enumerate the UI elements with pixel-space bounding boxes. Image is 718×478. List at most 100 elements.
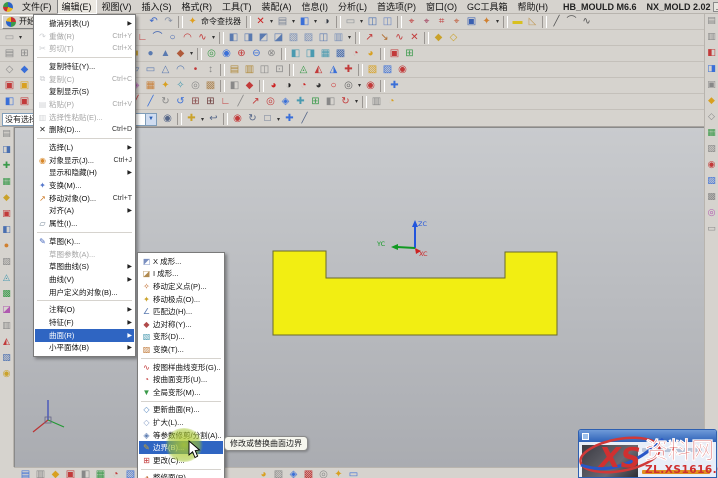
- toolbar-icon[interactable]: ⊗: [264, 47, 279, 61]
- edit-menu-item[interactable]: 草图参数(A)...: [35, 248, 134, 261]
- toolbar-icon[interactable]: ◎: [263, 95, 278, 109]
- toolbar-icon[interactable]: △: [158, 63, 173, 77]
- toolbar-icon[interactable]: ◇: [2, 63, 17, 77]
- toolbar-icon[interactable]: ▦: [705, 126, 718, 140]
- toolbar-icon[interactable]: ◔: [108, 468, 123, 478]
- minimize-button[interactable]: _: [713, 2, 718, 12]
- toolbar-icon[interactable]: ◭: [311, 63, 326, 77]
- toolbar-icon[interactable]: ◫: [380, 15, 395, 29]
- menubar-item[interactable]: 分析(L): [333, 0, 372, 14]
- toolbar-icon[interactable]: ◠: [173, 63, 188, 77]
- edit-menu-item[interactable]: 注释(O)▶: [35, 303, 134, 316]
- toolbar-icon[interactable]: ▧: [705, 142, 718, 156]
- toolbar-icon[interactable]: ◔: [296, 79, 311, 93]
- toolbar-icon[interactable]: ◧: [78, 468, 93, 478]
- toolbar-icon[interactable]: ▥: [705, 30, 718, 44]
- toolbar-icon[interactable]: ●: [0, 239, 13, 253]
- toolbar-icon[interactable]: ⊞: [308, 95, 323, 109]
- toolbar-icon[interactable]: ↘: [377, 31, 392, 45]
- toolbar-icon[interactable]: ▣: [17, 95, 32, 109]
- toolbar-icon[interactable]: ⊕: [234, 47, 249, 61]
- toolbar-icon[interactable]: ▣: [0, 207, 13, 221]
- toolbar-icon[interactable]: ⌒: [150, 31, 165, 45]
- toolbar-icon[interactable]: ▨: [705, 174, 718, 188]
- toolbar-icon[interactable]: ◆: [0, 191, 13, 205]
- toolbar-icon[interactable]: ◉: [230, 112, 245, 126]
- toolbar-icon[interactable]: ○: [326, 79, 341, 93]
- toolbar-icon[interactable]: ✚: [0, 159, 13, 173]
- menubar-item[interactable]: 帮助(H): [513, 0, 554, 14]
- toolbar-icon[interactable]: ◉: [0, 367, 13, 381]
- toolbar-icon[interactable]: ✦: [185, 15, 200, 29]
- toolbar-icon[interactable]: ◈: [278, 95, 293, 109]
- toolbar-icon[interactable]: ◩: [256, 31, 271, 45]
- edit-menu-item[interactable]: ⧉复制(C)Ctrl+C: [35, 73, 134, 86]
- toolbar-icon[interactable]: ✚: [293, 95, 308, 109]
- toolbar-icon[interactable]: ◉: [160, 112, 175, 126]
- toolbar-icon[interactable]: ↕: [203, 63, 218, 77]
- toolbar-icon[interactable]: ▤: [18, 468, 33, 478]
- toolbar-icon[interactable]: ◧: [323, 95, 338, 109]
- toolbar-icon[interactable]: ⌖: [404, 15, 419, 29]
- toolbar-icon[interactable]: ◉: [219, 47, 234, 61]
- wcs-triad[interactable]: ZC YC XC: [376, 220, 428, 258]
- toolbar-icon[interactable]: ◎: [341, 79, 356, 93]
- toolbar-icon[interactable]: ◇: [705, 110, 718, 124]
- toolbar-icon[interactable]: ▧: [123, 468, 138, 478]
- notification-popup[interactable]: [578, 429, 717, 478]
- edit-menu-item[interactable]: ▱属性(I)...: [35, 217, 134, 230]
- edit-menu-item[interactable]: 草图曲线(S)▶: [35, 260, 134, 273]
- surface-submenu-item[interactable]: ◇扩大(L)...: [139, 416, 223, 429]
- edit-menu-item[interactable]: 小平面体(B)▶: [35, 342, 134, 355]
- toolbar-icon[interactable]: ▨: [0, 255, 13, 269]
- toolbar-icon[interactable]: ▥: [33, 468, 48, 478]
- toolbar-icon[interactable]: ◆: [173, 47, 188, 61]
- toolbar-icon[interactable]: ╱: [549, 15, 564, 29]
- dropdown-caret-icon[interactable]: ▾: [268, 18, 275, 25]
- menubar-item[interactable]: 首选项(P): [372, 0, 421, 14]
- edit-menu-item[interactable]: 复制特征(Y)...: [35, 60, 134, 73]
- toolbar-icon[interactable]: ▦: [0, 175, 13, 189]
- dropdown-caret-icon[interactable]: ▾: [17, 34, 24, 41]
- toolbar-icon[interactable]: ▤: [227, 63, 242, 77]
- toolbar-icon[interactable]: ◧: [288, 47, 303, 61]
- toolbar-icon[interactable]: ↶: [146, 15, 161, 29]
- menubar-item[interactable]: 文件(F): [17, 0, 57, 14]
- custom-menu-nxmold[interactable]: NX_MOLD 2.02: [647, 2, 711, 12]
- surface-submenu-item[interactable]: ◇更新曲面(R)...: [139, 404, 223, 417]
- menubar-item[interactable]: 视图(V): [97, 0, 137, 14]
- edit-menu-item[interactable]: ◉对象显示(J)...Ctrl+J: [35, 154, 134, 167]
- edit-menu-item[interactable]: 对齐(A)▶: [35, 205, 134, 218]
- toolbar-icon[interactable]: ▲: [158, 47, 173, 61]
- toolbar-icon[interactable]: ◠: [180, 31, 195, 45]
- surface-submenu-item[interactable]: ∠匹配边(H)...: [139, 305, 223, 318]
- toolbar-icon[interactable]: ▤: [2, 47, 17, 61]
- dropdown-caret-icon[interactable]: ▾: [356, 82, 363, 89]
- dropdown-caret-icon[interactable]: ▾: [210, 34, 217, 41]
- toolbar-icon[interactable]: ✦: [331, 468, 346, 478]
- toolbar-icon[interactable]: ◎: [188, 79, 203, 93]
- dropdown-caret-icon[interactable]: ▾: [188, 50, 195, 57]
- toolbar-icon[interactable]: ◉: [705, 158, 718, 172]
- toolbar-icon[interactable]: ↻: [158, 95, 173, 109]
- toolbar-icon[interactable]: ◑: [319, 15, 334, 29]
- toolbar-icon[interactable]: ◔: [348, 47, 363, 61]
- toolbar-icon[interactable]: ▦: [318, 47, 333, 61]
- toolbar-icon[interactable]: ↻: [245, 112, 260, 126]
- dropdown-caret-icon[interactable]: ▾: [358, 18, 365, 25]
- dropdown-caret-icon[interactable]: ▾: [290, 18, 297, 25]
- edit-menu-item[interactable]: ▥选择性粘贴(E)...: [35, 111, 134, 124]
- edit-menu-item[interactable]: ✦变换(M)...: [35, 179, 134, 192]
- toolbar-icon[interactable]: ◧: [297, 15, 312, 29]
- toolbar-icon[interactable]: ◧: [227, 79, 242, 93]
- toolbar-icon[interactable]: ⊞: [203, 95, 218, 109]
- toolbar-icon[interactable]: ▩: [0, 287, 13, 301]
- toolbar-icon[interactable]: ◧: [2, 95, 17, 109]
- dropdown-caret-icon[interactable]: ▾: [346, 34, 353, 41]
- surface-submenu-item[interactable]: ▧变形(D)...: [139, 331, 223, 344]
- surface-submenu-item[interactable]: ∿按图样曲线变形(G)...: [139, 361, 223, 374]
- toolbar-icon[interactable]: ▩: [705, 190, 718, 204]
- toolbar-icon[interactable]: ▣: [63, 468, 78, 478]
- edit-menu-item[interactable]: 撤消列表(U)▶: [35, 17, 134, 30]
- toolbar-icon[interactable]: ↗: [248, 95, 263, 109]
